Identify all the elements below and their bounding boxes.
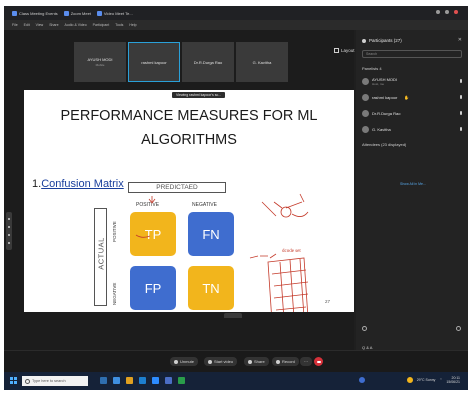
participants-panel: Participants (27) ✕ Search Panelists 4 A… [356, 30, 468, 366]
shared-slide: Viewing rashmi kapoor's sc... PERFORMANC… [24, 90, 354, 312]
screen: Class Meeting Events Zoom Meet Video Mee… [4, 6, 468, 390]
panelists-heading[interactable]: Panelists 4 [362, 66, 382, 71]
zoom-app-icon[interactable] [152, 377, 159, 384]
start-video-button[interactable]: Start video [204, 357, 238, 366]
arrow-mark [148, 196, 156, 204]
menu-item[interactable]: Share [49, 23, 58, 27]
app-icon[interactable] [178, 377, 185, 384]
unmute-button[interactable]: Unmute [170, 357, 199, 366]
leave-meeting-button[interactable] [314, 357, 323, 366]
taskbar-apps [100, 377, 185, 384]
tab-icon [12, 10, 17, 16]
video-thumbnails: AYUSH MODI Mobile rashmi kapoor Dr.R.Dur… [74, 42, 288, 82]
microphone-icon[interactable] [459, 95, 462, 99]
meeting-controls: Unmute Start video Share Record ⋯ [4, 350, 468, 372]
menu-bar: File Edit View Share Audio & Video Parti… [4, 20, 468, 30]
underline-mark [135, 234, 151, 238]
browser-tab[interactable]: Video Meet Te... [96, 10, 133, 16]
taskbar: Type here to search 29°C Sunny ⌃ 20:11 1… [4, 372, 468, 390]
camera-icon [208, 359, 212, 364]
menu-item[interactable]: File [12, 23, 18, 27]
participant-row[interactable]: AYUSH MODI Host, me [362, 76, 464, 86]
participant-row[interactable]: rashmi kapoor ✋ [362, 92, 464, 102]
tab-icon [63, 10, 69, 16]
minimize-button[interactable] [436, 10, 440, 14]
share-icon [248, 359, 252, 364]
menu-item[interactable]: Help [129, 23, 136, 27]
menu-item[interactable]: Edit [24, 23, 30, 27]
avatar [362, 109, 369, 117]
panel-right-controls [456, 326, 461, 331]
start-menu-icon[interactable] [10, 377, 17, 384]
browser-tab[interactable]: Zoom Meet [63, 10, 91, 16]
menu-item[interactable]: Tools [115, 23, 123, 27]
toolbar-handle[interactable] [6, 212, 12, 250]
tray-app-icon[interactable] [359, 377, 365, 383]
sketch-mark [261, 193, 309, 217]
file-explorer-icon[interactable] [126, 377, 133, 384]
collapse-toolbar-tab[interactable] [224, 313, 242, 318]
end-call-icon [316, 360, 321, 363]
app-icon[interactable] [165, 377, 172, 384]
avatar [362, 93, 369, 101]
video-thumbnail[interactable]: Dr.R.Durga Rao [182, 42, 234, 82]
attendees-heading[interactable]: Attendees (23 displayed) [362, 142, 406, 147]
menu-item[interactable]: Audio & Video [65, 23, 87, 27]
layout-button[interactable]: Layout [334, 48, 355, 53]
layout-icon [334, 48, 339, 53]
participant-row[interactable]: Dr.R.Durga Rao [362, 108, 464, 118]
annotation-layer: dcode set [135, 193, 309, 312]
browser-tab[interactable]: Class Meeting Events [12, 10, 58, 16]
video-thumbnail[interactable]: G. Kavitha [236, 42, 288, 82]
share-button[interactable]: Share [244, 357, 269, 366]
handwritten-note: dcode set [282, 249, 301, 254]
close-button[interactable] [454, 10, 458, 14]
record-icon [276, 359, 280, 364]
microphone-icon[interactable] [459, 79, 462, 83]
edge-icon[interactable] [113, 377, 120, 384]
video-thumbnail[interactable]: AYUSH MODI Mobile [74, 42, 126, 82]
chevron-down-icon[interactable] [362, 38, 366, 43]
browser-tab-bar: Class Meeting Events Zoom Meet Video Mee… [4, 6, 468, 20]
menu-item[interactable]: View [36, 23, 44, 27]
microphone-icon [174, 359, 178, 364]
avatar [362, 125, 369, 133]
avatar [362, 77, 369, 85]
microphone-icon[interactable] [459, 127, 462, 131]
weather-icon[interactable] [406, 377, 413, 383]
system-tray: 29°C Sunny ⌃ 20:11 15/06/21 [406, 376, 460, 384]
taskbar-search-input[interactable]: Type here to search [22, 376, 88, 386]
participants-header: Participants (27) [362, 38, 402, 43]
tab-icon [96, 10, 102, 16]
clock[interactable]: 20:11 15/06/21 [446, 376, 460, 384]
store-icon[interactable] [139, 377, 146, 384]
video-thumbnail[interactable]: rashmi kapoor [128, 42, 180, 82]
participant-row[interactable]: G. Kavitha [362, 124, 464, 134]
participants-search-input[interactable]: Search [362, 50, 462, 58]
window-controls [436, 10, 458, 14]
microphone-icon[interactable] [459, 111, 462, 115]
more-button[interactable]: ⋯ [300, 357, 312, 366]
close-panel-button[interactable]: ✕ [458, 37, 462, 43]
circle-button[interactable] [456, 326, 461, 331]
panel-left-controls [362, 326, 367, 331]
network-icon[interactable]: ⌃ [439, 378, 442, 382]
maximize-button[interactable] [445, 10, 449, 14]
menu-item[interactable]: Participant [93, 23, 110, 27]
hand-raised-icon: ✋ [404, 94, 410, 100]
circle-button[interactable] [362, 326, 367, 331]
slide-page-number: 27 [324, 299, 330, 304]
task-view-icon[interactable] [100, 377, 107, 384]
more-icon: ⋯ [304, 359, 308, 364]
record-button[interactable]: Record [272, 357, 299, 366]
show-all-link[interactable]: Show All in Me... [400, 182, 426, 186]
meeting-stage: AYUSH MODI Mobile rashmi kapoor Dr.R.Dur… [4, 30, 355, 350]
